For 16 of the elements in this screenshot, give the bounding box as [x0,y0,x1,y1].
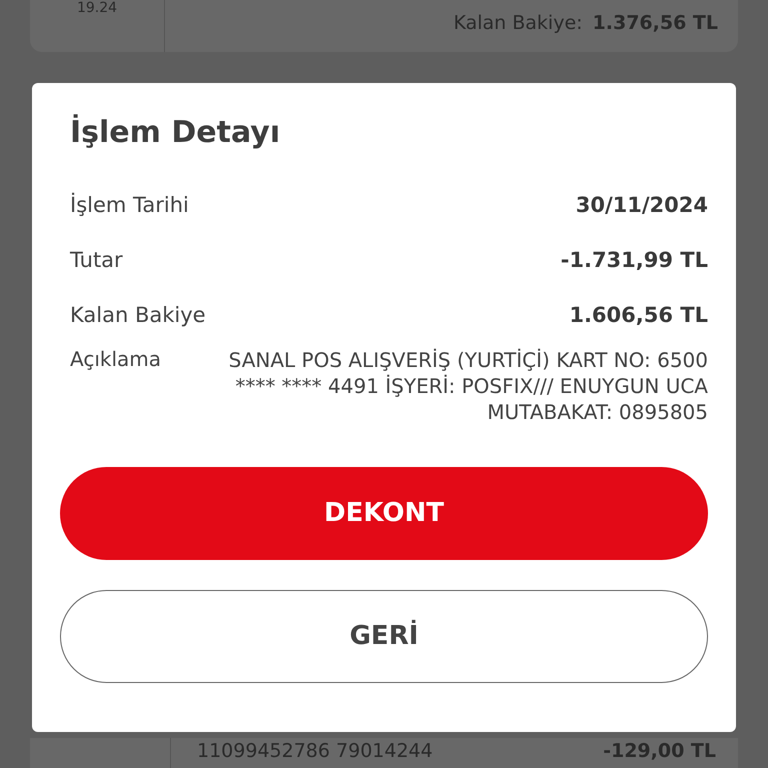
detail-label: İşlem Tarihi [70,193,189,218]
detail-value: 1.606,56 TL [569,303,708,328]
transaction-reference: 11099452786 79014244 [197,740,433,764]
description-text: SANAL POS ALIŞVERİŞ (YURTİÇİ) KART NO: 6500 **** **** 4491 İŞYERİ: POSFIX/// ENUYGUN UCA MUTABAKAT: 0895805 [228,346,708,425]
detail-label: Tutar [70,248,123,272]
transaction-time: 19.24 [76,0,118,18]
detail-value: -1.731,99 TL [560,248,708,272]
transaction-amount: -129,00 TL [603,740,716,764]
balance-value: 1.376,56 TL [592,12,718,34]
detail-value: 30/11/2024 [576,193,708,218]
detail-label: Kalan Bakiye [70,303,206,328]
receipt-button[interactable]: DEKONT [60,466,708,560]
balance-label: Kalan Bakiye: [453,12,583,34]
dialog-title: İşlem Detayı [70,114,282,150]
back-button[interactable]: GERİ [60,590,708,683]
detail-label: Açıklama [70,346,162,373]
